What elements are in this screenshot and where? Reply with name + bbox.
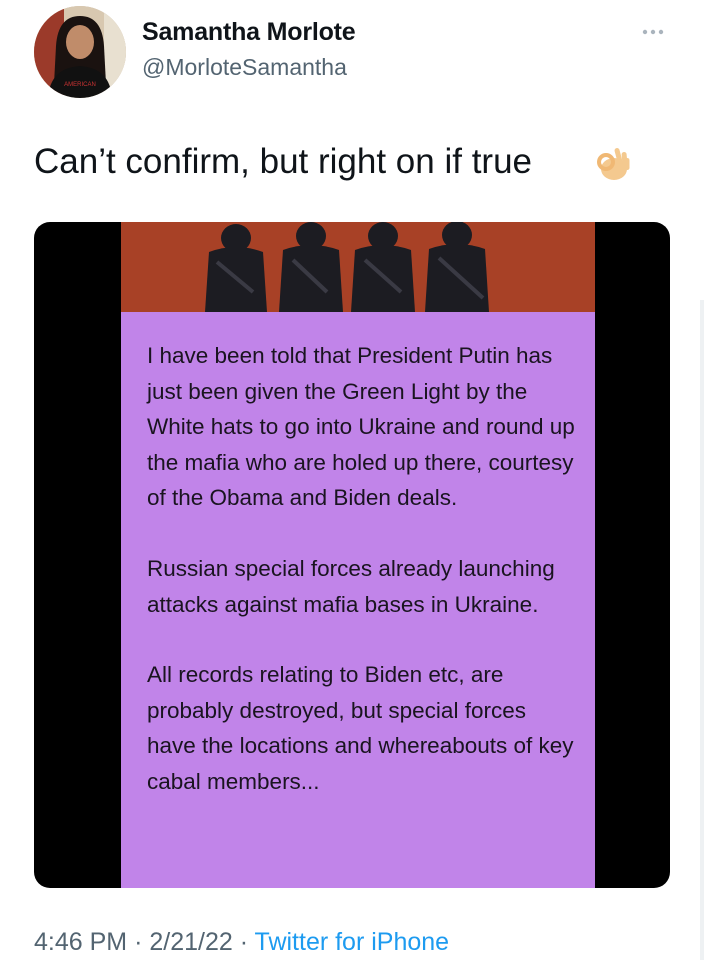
meme-paragraph: I have been told that President Putin ha… <box>147 343 575 511</box>
user-handle[interactable]: @MorloteSamantha <box>142 54 347 81</box>
scroll-edge <box>700 300 704 960</box>
tweet-media-image[interactable]: I have been told that President Putin ha… <box>34 222 670 888</box>
svg-text:AMERICAN: AMERICAN <box>64 82 96 88</box>
meta-separator: · <box>239 928 249 956</box>
meme-text: I have been told that President Putin ha… <box>147 338 577 835</box>
source-link[interactable]: Twitter for iPhone <box>255 928 450 956</box>
display-name[interactable]: Samantha Morlote <box>142 18 356 47</box>
ok-hand-emoji-icon <box>594 144 630 184</box>
avatar[interactable]: AMERICAN <box>34 6 126 98</box>
meta-separator: · <box>134 928 143 956</box>
meme-paragraph: Russian special forces already launching… <box>147 555 555 617</box>
meme-paragraph: All records relating to Biden etc, are p… <box>147 662 574 794</box>
tweet-time[interactable]: 4:46 PM <box>34 928 127 956</box>
meme-card: I have been told that President Putin ha… <box>121 222 595 888</box>
tweet-date[interactable]: 2/21/22 <box>149 928 232 956</box>
tweet-text: Can’t confirm, but right on if true <box>34 142 532 181</box>
soldiers-photo <box>121 222 595 312</box>
more-horizontal-icon[interactable] <box>636 22 670 42</box>
avatar-photo: AMERICAN <box>34 6 126 98</box>
tweet-metadata: 4:46 PM · 2/21/22 · Twitter for iPhone <box>34 928 449 957</box>
